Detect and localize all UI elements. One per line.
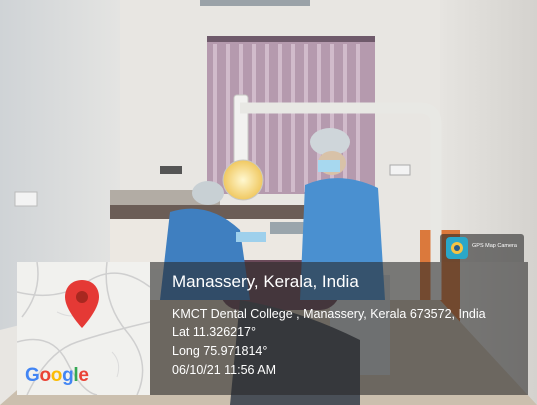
location-pin-icon — [65, 280, 99, 328]
gps-camera-app-icon — [446, 237, 468, 259]
google-logo-letter: o — [39, 365, 51, 386]
location-datetime: 06/10/21 11:56 AM — [172, 363, 277, 377]
google-logo-letter: G — [25, 365, 40, 386]
location-address: KMCT Dental College , Manassery, Kerala … — [172, 307, 486, 321]
location-longitude: Long 75.971814° — [172, 344, 268, 358]
location-info-panel: Manassery, Kerala, India KMCT Dental Col… — [150, 262, 528, 395]
location-latitude: Lat 11.326217° — [172, 325, 257, 339]
google-logo-letter: e — [78, 365, 89, 386]
location-title: Manassery, Kerala, India — [172, 272, 359, 291]
google-logo-letter: o — [50, 365, 63, 386]
google-logo: Google — [25, 365, 89, 387]
map-thumbnail[interactable]: Google — [16, 261, 151, 396]
gps-map-camera-label: GPS Map Camera — [472, 243, 517, 249]
gps-map-camera-badge[interactable]: GPS Map Camera — [440, 234, 524, 262]
google-logo-letter: g — [62, 365, 74, 386]
